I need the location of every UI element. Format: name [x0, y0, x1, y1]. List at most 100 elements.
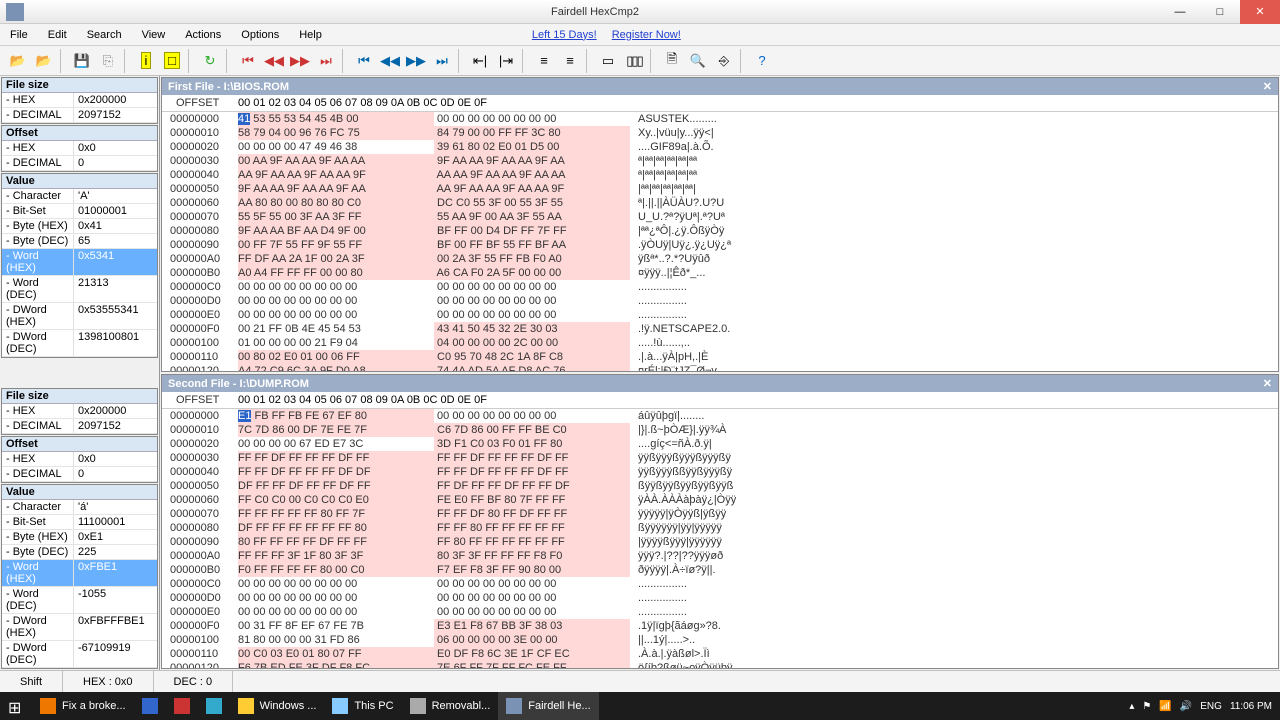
info-button[interactable]: i: [134, 49, 158, 73]
save-button[interactable]: 💾: [70, 49, 94, 73]
system-tray[interactable]: ▴ ⚑ 📶 🔊 ENG 11:06 PM: [1121, 701, 1280, 712]
hex-row[interactable]: 0000010081 80 00 00 00 31 FD 86 06 00 00…: [162, 633, 1278, 647]
hex-row[interactable]: 00000040FF FF DF FF FF FF DF DF FF FF DF…: [162, 465, 1278, 479]
find-button[interactable]: 🔍: [686, 49, 710, 73]
info-row[interactable]: - Word (DEC)-1055: [2, 587, 157, 614]
info-row[interactable]: - DWord (HEX)0x53555341: [2, 303, 157, 330]
align-left-button[interactable]: ≡: [532, 49, 556, 73]
info-row[interactable]: - Bit-Set01000001: [2, 204, 157, 219]
info-row[interactable]: - DWord (HEX)0xFBFFFBE1: [2, 614, 157, 641]
open-file2-button[interactable]: 📂: [32, 49, 56, 73]
menu-help[interactable]: Help: [289, 26, 332, 44]
info-row[interactable]: - Byte (DEC)65: [2, 234, 157, 249]
hex-row[interactable]: 000000E000 00 00 00 00 00 00 00 00 00 00…: [162, 308, 1278, 322]
hex-row[interactable]: 000000509F AA AA 9F AA AA 9F AA AA 9F AA…: [162, 182, 1278, 196]
pane1-close-icon[interactable]: ✕: [1263, 80, 1272, 93]
tray-network-icon[interactable]: 📶: [1159, 701, 1171, 712]
refresh-button[interactable]: ↻: [198, 49, 222, 73]
hex-row[interactable]: 000000B0F0 FF FF FF FF 80 00 C0 F7 EF F8…: [162, 563, 1278, 577]
taskbar-item[interactable]: Removabl...: [402, 692, 499, 720]
hex-row[interactable]: 0000009000 FF 7F 55 FF 9F 55 FF BF 00 FF…: [162, 238, 1278, 252]
close-button[interactable]: ✕: [1240, 0, 1280, 24]
align-right-button[interactable]: ≡: [558, 49, 582, 73]
hex-row[interactable]: 000000F000 31 FF 8F EF 67 FE 7B E3 E1 F8…: [162, 619, 1278, 633]
hex-row[interactable]: 000000A0FF FF FF 3F 1F 80 3F 3F 80 3F 3F…: [162, 549, 1278, 563]
info-row[interactable]: - Byte (DEC)225: [2, 545, 157, 560]
pane2-body[interactable]: 00000000E1 FB FF FB FE 67 EF 80 00 00 00…: [162, 409, 1278, 668]
info-row[interactable]: - DWord (DEC)1398100801: [2, 330, 157, 357]
pane1-body[interactable]: 0000000041 53 55 53 54 45 4B 00 00 00 00…: [162, 112, 1278, 371]
pane2-close-icon[interactable]: ✕: [1263, 377, 1272, 390]
report-button[interactable]: 🗎: [660, 49, 684, 73]
hex-row[interactable]: 00000120A4 72 C9 6C 3A 9F D0 A8 74 4A AD…: [162, 364, 1278, 371]
info-row[interactable]: - Byte (HEX)0xE1: [2, 530, 157, 545]
single-view-button[interactable]: ▭: [596, 49, 620, 73]
sync-left-button[interactable]: ⇤|: [468, 49, 492, 73]
hex-row[interactable]: 000000E000 00 00 00 00 00 00 00 00 00 00…: [162, 605, 1278, 619]
last-match-button[interactable]: ⏭: [430, 49, 454, 73]
hex-row[interactable]: 00000000E1 FB FF FB FE 67 EF 80 00 00 00…: [162, 409, 1278, 423]
first-match-button[interactable]: ⏮: [352, 49, 376, 73]
taskbar-item[interactable]: Windows ...: [230, 692, 325, 720]
hex-row[interactable]: 000000B0A0 A4 FF FF FF 00 00 80 A6 CA F0…: [162, 266, 1278, 280]
maximize-button[interactable]: □: [1200, 0, 1240, 24]
hex-row[interactable]: 00000070FF FF FF FF FF 80 FF 7F FF FF DF…: [162, 507, 1278, 521]
hex-row[interactable]: 0000011000 C0 03 E0 01 80 07 FF E0 DF F8…: [162, 647, 1278, 661]
goto-button[interactable]: ⎆: [712, 49, 736, 73]
tray-up-icon[interactable]: ▴: [1129, 701, 1134, 712]
taskbar-item[interactable]: Fairdell He...: [498, 692, 598, 720]
hex-row[interactable]: 000000F000 21 FF 0B 4E 45 54 53 43 41 50…: [162, 322, 1278, 336]
hex-row[interactable]: 0000001058 79 04 00 96 76 FC 75 84 79 00…: [162, 126, 1278, 140]
taskbar-item[interactable]: Fix a broke...: [32, 692, 134, 720]
menu-search[interactable]: Search: [77, 26, 132, 44]
split-view-button[interactable]: ▯▯▯: [622, 49, 646, 73]
hex-row[interactable]: 000000809F AA AA BF AA D4 9F 00 BF FF 00…: [162, 224, 1278, 238]
next-diff-button[interactable]: ▶▶: [288, 49, 312, 73]
info-row[interactable]: - Word (DEC)21313: [2, 276, 157, 303]
hex-row[interactable]: 0000009080 FF FF FF FF DF FF FF FF 80 FF…: [162, 535, 1278, 549]
hex-row[interactable]: 0000010001 00 00 00 00 21 F9 04 04 00 00…: [162, 336, 1278, 350]
tray-time[interactable]: 11:06 PM: [1230, 701, 1272, 712]
hex-row[interactable]: 0000000041 53 55 53 54 45 4B 00 00 00 00…: [162, 112, 1278, 126]
hex-row[interactable]: 0000011000 80 02 E0 01 00 06 FF C0 95 70…: [162, 350, 1278, 364]
sync-right-button[interactable]: |⇥: [494, 49, 518, 73]
taskbar-item[interactable]: This PC: [324, 692, 401, 720]
register-link[interactable]: Register Now!: [612, 29, 681, 41]
hex-row[interactable]: 000000107C 7D 86 00 DF 7E FE 7F C6 7D 86…: [162, 423, 1278, 437]
taskbar-item[interactable]: [198, 692, 230, 720]
help-button[interactable]: ?: [750, 49, 774, 73]
info-row[interactable]: - Character'A': [2, 189, 157, 204]
tray-flag-icon[interactable]: ⚑: [1142, 701, 1151, 712]
info-row[interactable]: - Byte (HEX)0x41: [2, 219, 157, 234]
hex-row[interactable]: 00000050DF FF FF DF FF FF DF FF FF DF FF…: [162, 479, 1278, 493]
menu-edit[interactable]: Edit: [38, 26, 77, 44]
info-row[interactable]: - DECIMAL0: [2, 156, 157, 171]
hex-row[interactable]: 00000060FF C0 C0 00 C0 C0 C0 E0 FE E0 FF…: [162, 493, 1278, 507]
hex-row[interactable]: 000000C000 00 00 00 00 00 00 00 00 00 00…: [162, 280, 1278, 294]
hex-row[interactable]: 00000030FF FF DF FF FF FF DF FF FF FF DF…: [162, 451, 1278, 465]
taskbar-item[interactable]: [134, 692, 166, 720]
save-all-button[interactable]: ⎘: [96, 49, 120, 73]
hex-row[interactable]: 0000003000 AA 9F AA AA 9F AA AA 9F AA AA…: [162, 154, 1278, 168]
left-days-link[interactable]: Left 15 Days!: [532, 29, 597, 41]
tray-lang[interactable]: ENG: [1200, 701, 1222, 712]
info-row[interactable]: - HEX0x0: [2, 141, 157, 156]
hex-row[interactable]: 0000007055 5F 55 00 3F AA 3F FF 55 AA 9F…: [162, 210, 1278, 224]
hex-row[interactable]: 0000002000 00 00 00 67 ED E7 3C 3D F1 C0…: [162, 437, 1278, 451]
hex-row[interactable]: 0000002000 00 00 00 47 49 46 38 39 61 80…: [162, 140, 1278, 154]
hex-row[interactable]: 000000D000 00 00 00 00 00 00 00 00 00 00…: [162, 591, 1278, 605]
hex-row[interactable]: 000000D000 00 00 00 00 00 00 00 00 00 00…: [162, 294, 1278, 308]
info-row[interactable]: - Word (HEX)0x5341: [2, 249, 157, 276]
info-row[interactable]: - DECIMAL2097152: [2, 108, 157, 123]
hex-row[interactable]: 00000080DF FF FF FF FF FF FF 80 FF FF 80…: [162, 521, 1278, 535]
next-match-button[interactable]: ▶▶: [404, 49, 428, 73]
menu-actions[interactable]: Actions: [175, 26, 231, 44]
info-row[interactable]: - Bit-Set11100001: [2, 515, 157, 530]
taskbar-item[interactable]: [166, 692, 198, 720]
tray-volume-icon[interactable]: 🔊: [1180, 701, 1192, 712]
taskbar-item[interactable]: ⊞: [0, 692, 32, 720]
prev-match-button[interactable]: ◀◀: [378, 49, 402, 73]
menu-file[interactable]: File: [0, 26, 38, 44]
info-row[interactable]: - HEX0x200000: [2, 404, 157, 419]
bookmark-button[interactable]: □: [160, 49, 184, 73]
